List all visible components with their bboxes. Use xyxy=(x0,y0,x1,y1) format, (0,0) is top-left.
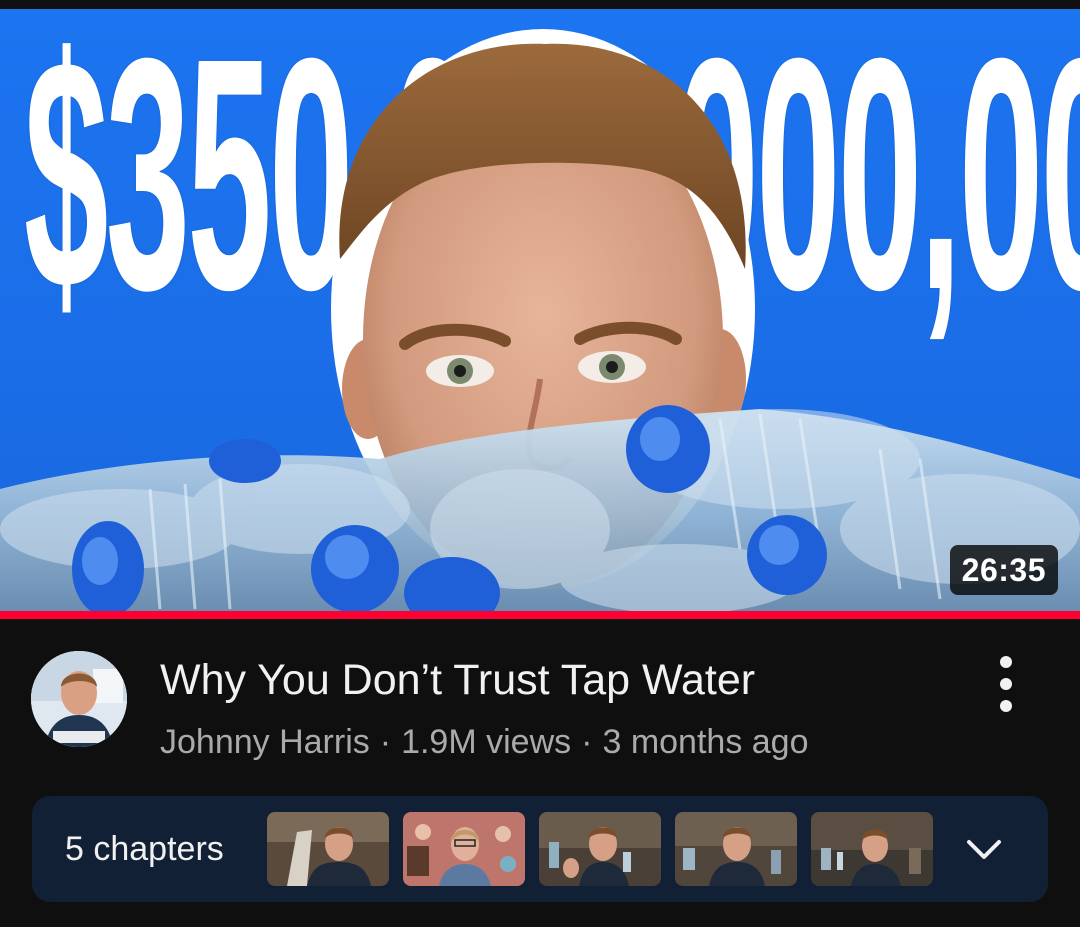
video-metadata: Johnny Harris · 1.9M views · 3 months ago xyxy=(160,719,809,765)
thumbnail-person-with-bottles xyxy=(0,29,1080,611)
chevron-down-icon[interactable] xyxy=(964,832,1004,866)
watch-progress-fill xyxy=(0,611,1080,619)
video-thumbnail[interactable]: $350,000,000,000 xyxy=(0,9,1080,611)
channel-avatar[interactable] xyxy=(31,651,127,747)
upload-age: 3 months ago xyxy=(602,723,809,761)
chapters-label: 5 chapters xyxy=(65,830,224,868)
chapter-thumbnail[interactable] xyxy=(539,812,661,886)
video-card: $350,000,000,000 xyxy=(0,0,1080,927)
meta-separator: · xyxy=(581,723,593,761)
chapter-thumbnail[interactable] xyxy=(811,812,933,886)
watch-progress-bar xyxy=(0,611,1080,619)
avatar-image xyxy=(31,651,127,747)
more-vert-icon xyxy=(1000,678,1012,690)
more-vert-icon xyxy=(1000,656,1012,668)
meta-separator: · xyxy=(379,723,392,761)
video-title[interactable]: Why You Don’t Trust Tap Water xyxy=(160,652,755,708)
chapter-thumbnail[interactable] xyxy=(267,812,389,886)
more-options-button[interactable] xyxy=(984,652,1028,716)
chapter-thumbnail[interactable] xyxy=(403,812,525,886)
duration-badge: 26:35 xyxy=(949,545,1058,595)
chapter-thumbnail[interactable] xyxy=(675,812,797,886)
chapters-panel[interactable]: 5 chapters xyxy=(32,796,1048,902)
view-count: 1.9M views xyxy=(401,723,572,761)
channel-name[interactable]: Johnny Harris xyxy=(160,723,370,761)
more-vert-icon xyxy=(1000,700,1012,712)
